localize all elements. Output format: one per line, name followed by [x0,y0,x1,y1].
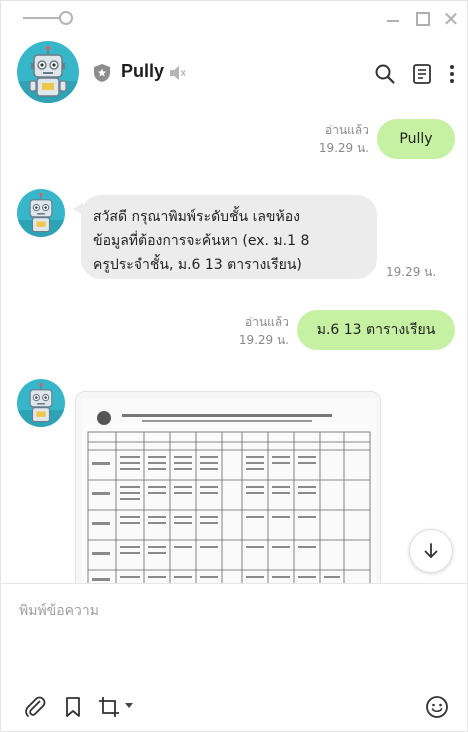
message-list[interactable]: อ่านแล้ว 19.29 น. Pully สวัสดี กรุณาพิมพ… [1,105,467,583]
close-button[interactable]: ✕ [441,9,461,29]
timetable-document-icon [82,398,376,583]
message-time: 19.29 น. [238,333,289,347]
maximize-button[interactable] [413,9,433,29]
arrow-down-icon [424,543,438,558]
contact-avatar-small[interactable] [17,189,65,237]
paperclip-icon[interactable] [23,695,47,719]
message-meta: อ่านแล้ว 19.29 น. [221,313,289,349]
search-icon[interactable] [374,63,396,85]
shield-star-icon [94,64,110,82]
title-bar: ✕ [1,1,467,35]
speaker-muted-icon [170,66,186,80]
message-time: 19.29 น. [386,265,437,279]
input-toolbar [1,691,467,727]
crop-icon[interactable] [97,695,121,719]
contact-avatar-small[interactable] [17,379,65,427]
robot-avatar-icon [17,382,65,427]
chat-window: ✕ Pully อ่านแล้ว 19.29 น. Pully สวัสดี ก… [0,0,468,732]
chat-header: Pully [1,39,467,105]
contact-name[interactable]: Pully [121,61,164,82]
message-input-placeholder: พิมพ์ข้อความ [19,603,99,619]
message-line: ข้อมูลที่ต้องการจะค้นหา (ex. ม.1 8 [93,233,310,249]
chevron-down-icon[interactable] [125,703,133,708]
timetable-image-message[interactable] [75,391,381,583]
notes-icon[interactable] [411,63,433,85]
message-bubble-outgoing[interactable]: Pully [377,119,455,159]
message-bubble-outgoing[interactable]: ม.6 13 ตารางเรียน [297,310,455,350]
emoji-icon[interactable] [425,695,449,719]
more-vertical-icon[interactable] [443,63,461,85]
contact-avatar[interactable] [17,41,79,103]
bookmark-icon[interactable] [61,695,85,719]
message-meta: อ่านแล้ว 19.29 น. [301,121,369,157]
robot-avatar-icon [17,192,65,237]
message-input[interactable]: พิมพ์ข้อความ [1,584,467,684]
read-label: อ่านแล้ว [325,123,369,137]
message-line: สวัสดี กรุณาพิมพ์ระดับชั้น เลขห้อง [93,209,300,225]
scroll-to-bottom-button[interactable] [409,529,453,573]
timetable-image [82,398,376,583]
message-time: 19.29 น. [318,141,369,155]
robot-avatar-icon [17,46,79,103]
read-label: อ่านแล้ว [245,315,289,329]
message-bubble-incoming[interactable]: สวัสดี กรุณาพิมพ์ระดับชั้น เลขห้อง ข้อมู… [73,195,377,279]
message-line: ครูประจำชั้น, ม.6 13 ตารางเรียน) [93,257,302,273]
minimize-button[interactable] [383,9,403,29]
